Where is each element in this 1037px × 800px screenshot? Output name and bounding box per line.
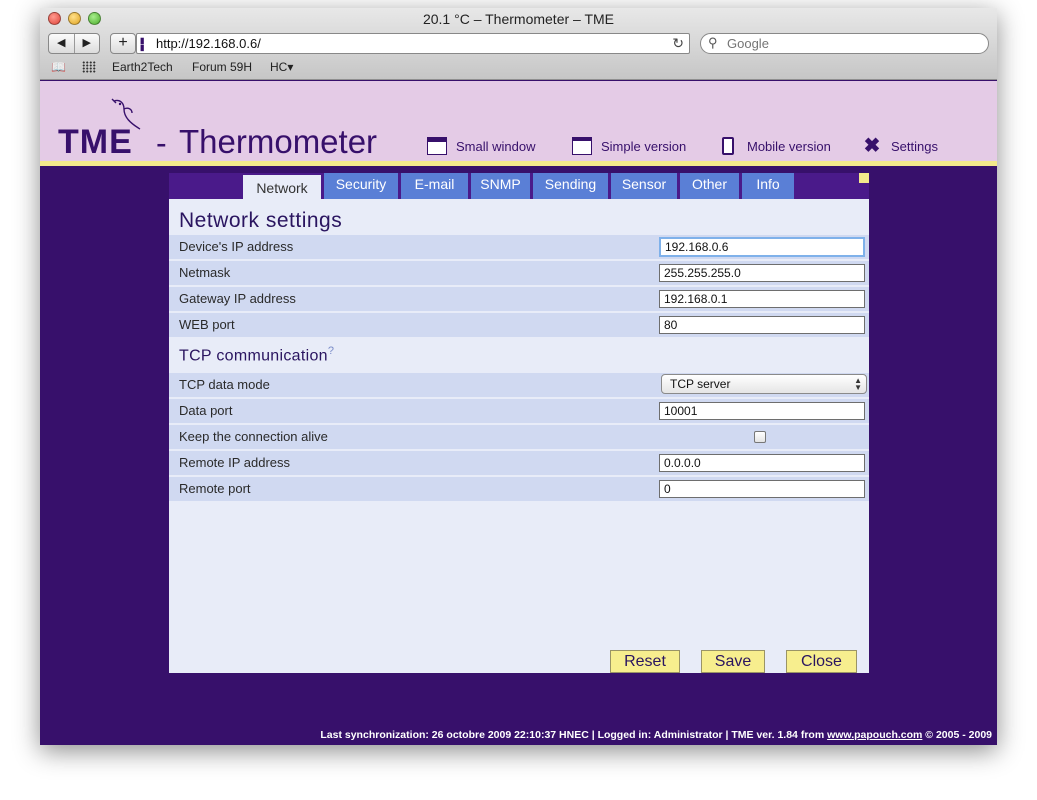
tcp-mode-label: TCP data mode [179,377,270,392]
search-input[interactable] [727,36,977,51]
remote-ip-input[interactable] [659,454,865,472]
ip-address-label: Device's IP address [179,239,294,254]
tab-sending[interactable]: Sending [533,173,608,199]
top-sites-grid-icon[interactable] [82,61,96,73]
select-arrows-icon: ▲ ▼ [854,376,862,392]
logo-dash: - [156,125,167,161]
small-window-icon [427,137,447,155]
tcp-heading-text: TCP communication [179,347,328,365]
bookmarks-book-icon[interactable]: 📖 [51,60,66,74]
search-icon: ⚲ [708,35,718,50]
bookmark-hc-folder[interactable]: HC▾ [270,60,293,74]
browser-chrome: 20.1 °C – Thermometer – TME ◀ ▶ + ▮ ▮ htt… [40,8,997,80]
bookmark-forum-59h[interactable]: Forum 59H [192,60,252,74]
page-header: TME - Thermometer Small window Simple ve… [40,81,997,161]
window-title: 20.1 °C – Thermometer – TME [422,11,615,27]
tab-network[interactable]: Network [243,175,321,201]
tab-other[interactable]: Other [680,173,739,199]
search-box[interactable]: ⚲ [700,33,989,54]
close-button[interactable]: Close [786,650,857,673]
remote-port-row: Remote port [169,477,869,501]
simple-version-icon [572,137,592,155]
app-title: Thermometer [179,123,378,160]
ip-address-row: Device's IP address [169,235,869,259]
web-port-label: WEB port [179,317,235,332]
small-window-link[interactable]: Small window [427,135,535,157]
network-settings-heading: Network settings [179,209,343,232]
bookmarks-bar: 📖 Earth2Tech Forum 59H HC▾ [40,58,997,78]
netmask-input[interactable] [659,264,865,282]
gateway-input[interactable] [659,290,865,308]
remote-port-input[interactable] [659,480,865,498]
remote-port-label: Remote port [179,481,251,496]
simple-version-label: Simple version [601,138,687,154]
settings-tabs: Network Security E-mail SNMP Sending Sen… [169,173,869,201]
nav-buttons: ◀ ▶ [48,33,100,54]
web-port-input[interactable] [659,316,865,334]
gateway-row: Gateway IP address [169,287,869,311]
settings-link[interactable]: ✖ Settings [862,135,938,157]
tcp-communication-heading: TCP communication? [179,345,334,365]
help-icon[interactable]: ? [328,345,334,357]
status-footer: Last synchronization: 26 octobre 2009 22… [40,729,992,741]
bookmark-earth2tech[interactable]: Earth2Tech [112,60,173,74]
keep-alive-row: Keep the connection alive [169,425,869,449]
tcp-mode-value: TCP server [670,377,731,391]
back-button[interactable]: ◀ [49,34,74,53]
tab-sensor[interactable]: Sensor [611,173,677,199]
save-button[interactable]: Save [701,650,765,673]
mobile-version-label: Mobile version [747,138,831,154]
keep-alive-label: Keep the connection alive [179,429,328,444]
web-port-row: WEB port [169,313,869,337]
mobile-phone-icon [722,137,734,155]
ip-address-input[interactable] [659,237,865,257]
data-port-row: Data port [169,399,869,423]
settings-label: Settings [891,138,938,154]
footer-status-text: Last synchronization: 26 octobre 2009 22… [320,729,828,741]
data-port-input[interactable] [659,402,865,420]
add-bookmark-button[interactable]: + [110,33,136,54]
tab-security[interactable]: Security [324,173,398,199]
settings-panel: Network settings Device's IP address Net… [169,199,869,673]
tools-icon: ✖ [863,135,881,157]
footer-copyright: © 2005 - 2009 [922,729,992,741]
gateway-label: Gateway IP address [179,291,296,306]
favicon-icon: ▮ ▮ [140,36,145,52]
tab-email[interactable]: E-mail [401,173,468,199]
remote-ip-row: Remote IP address [169,451,869,475]
simple-version-link[interactable]: Simple version [572,135,686,157]
tab-snmp[interactable]: SNMP [471,173,530,199]
reload-icon[interactable]: ↻ [672,35,684,52]
tcp-mode-row: TCP data mode TCP server ▲ ▼ [169,373,869,397]
url-text[interactable]: http://192.168.0.6/ [156,36,261,51]
netmask-label: Netmask [179,265,231,280]
address-bar[interactable]: ▮ ▮ http://192.168.0.6/ ↻ [136,33,690,54]
remote-ip-label: Remote IP address [179,455,291,470]
tab-corner-marker [859,173,869,183]
keep-alive-checkbox[interactable] [754,431,766,443]
browser-window: 20.1 °C – Thermometer – TME ◀ ▶ + ▮ ▮ htt… [40,8,997,745]
data-port-label: Data port [179,403,233,418]
netmask-row: Netmask [169,261,869,285]
small-window-label: Small window [456,138,536,154]
reset-button[interactable]: Reset [610,650,680,673]
papouch-link[interactable]: www.papouch.com [827,729,922,741]
mobile-version-link[interactable]: Mobile version [718,135,831,157]
header-divider [40,161,997,166]
forward-button[interactable]: ▶ [73,34,100,53]
tab-info[interactable]: Info [742,173,794,199]
tme-logo: TME [58,123,133,161]
tcp-mode-select[interactable]: TCP server ▲ ▼ [661,374,867,394]
